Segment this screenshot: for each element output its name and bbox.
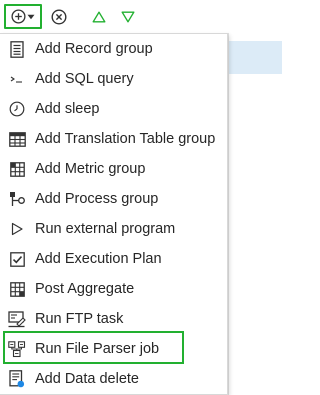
- ftp-task-icon: [8, 310, 26, 328]
- menu-item-label: Post Aggregate: [35, 281, 135, 297]
- move-up-button[interactable]: [88, 7, 110, 27]
- menu-item-post-aggregate[interactable]: Post Aggregate: [0, 274, 227, 304]
- menu-item-label: Add Translation Table group: [35, 131, 216, 147]
- selected-row[interactable]: [229, 41, 282, 74]
- menu-item-add-record-group[interactable]: Add Record group: [0, 34, 227, 64]
- file-parser-icon: [8, 340, 26, 358]
- menu-item-label: Add Process group: [35, 191, 159, 207]
- background-list-panel: [228, 33, 282, 395]
- clock-icon: [8, 100, 26, 118]
- process-flow-icon: [8, 190, 26, 208]
- menu-item-add-execution-plan[interactable]: Add Execution Plan: [0, 244, 227, 274]
- menu-item-label: Add Data delete: [35, 371, 139, 387]
- menu-item-add-sleep[interactable]: Add sleep: [0, 94, 227, 124]
- menu-item-add-data-delete[interactable]: Add Data delete: [0, 364, 227, 394]
- plus-circle-icon: [11, 9, 26, 24]
- menu-item-add-process-group[interactable]: Add Process group: [0, 184, 227, 214]
- x-circle-icon: [51, 9, 67, 25]
- menu-item-label: Run File Parser job: [35, 341, 160, 357]
- terminal-prompt-icon: [8, 70, 26, 88]
- move-down-button[interactable]: [117, 7, 139, 27]
- toolbar: [0, 0, 281, 34]
- triangle-up-outline-icon: [92, 11, 106, 23]
- table-grid-icon: [8, 130, 26, 148]
- menu-item-add-metric-group[interactable]: Add Metric group: [0, 154, 227, 184]
- menu-item-run-ftp-task[interactable]: Run FTP task: [0, 304, 227, 334]
- menu-item-label: Add Record group: [35, 41, 153, 57]
- document-list-icon: [8, 40, 26, 58]
- caret-down-icon: [27, 14, 35, 19]
- menu-item-run-external-program[interactable]: Run external program: [0, 214, 227, 244]
- triangle-down-outline-icon: [121, 11, 135, 23]
- add-dropdown-button[interactable]: [4, 4, 42, 29]
- add-dropdown-menu: Add Record group Add SQL query Add sleep: [0, 33, 228, 395]
- menu-item-label: Add SQL query: [35, 71, 134, 87]
- aggregate-grid-icon: [8, 280, 26, 298]
- metric-grid-icon: [8, 160, 26, 178]
- menu-item-label: Add Execution Plan: [35, 251, 162, 267]
- checkbox-icon: [8, 250, 26, 268]
- data-delete-icon: [8, 370, 26, 388]
- menu-item-add-translation-table-group[interactable]: Add Translation Table group: [0, 124, 227, 154]
- menu-item-run-file-parser-job[interactable]: Run File Parser job: [0, 334, 227, 364]
- menu-item-label: Add Metric group: [35, 161, 146, 177]
- menu-item-add-sql-query[interactable]: Add SQL query: [0, 64, 227, 94]
- menu-item-label: Run FTP task: [35, 311, 124, 327]
- play-outline-icon: [8, 220, 26, 238]
- menu-item-label: Add sleep: [35, 101, 100, 117]
- clear-button[interactable]: [48, 6, 70, 28]
- menu-item-label: Run external program: [35, 221, 176, 237]
